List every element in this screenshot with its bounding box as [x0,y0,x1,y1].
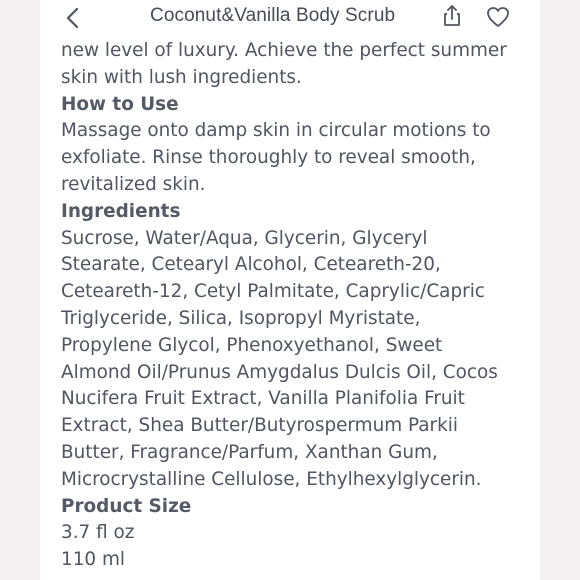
ingredients-line: Ceteareth-12, Cetyl Palmitate, Caprylic/… [61,281,485,303]
product-size-oz: 3.7 fl oz [61,522,135,544]
description-line: skin with lush ingredients. [61,66,302,88]
ingredients-line: Triglyceride, Silica, Isopropyl Myristat… [61,307,421,329]
how-to-use-heading: How to Use [61,93,179,115]
product-description: new level of luxury. Achieve the perfect… [61,38,531,574]
ingredients-heading: Ingredients [61,200,181,222]
ingredients-line: Microcrystalline Cellulose, Ethylhexylgl… [61,468,482,490]
left-margin [0,0,40,580]
ingredients-line: Almond Oil/Prunus Amygdalus Dulcis Oil, … [61,361,498,383]
how-to-use-line: Massage onto damp skin in circular motio… [61,120,491,142]
description-line: new level of luxury. Achieve the perfect… [61,40,507,61]
heart-icon[interactable] [485,4,511,30]
screenshot-frame: Coconut&Vanilla Body Scrub new level of … [0,0,580,580]
ingredients-line: Butter, Fragrance/Parfum, Xanthan Gum, [61,441,438,463]
app-screen: Coconut&Vanilla Body Scrub new level of … [40,0,540,580]
share-icon[interactable] [439,3,465,29]
product-size-ml: 110 ml [61,549,125,571]
ingredients-line: Nucifera Fruit Extract, Vanilla Planifol… [61,388,465,410]
how-to-use-line: exfoliate. Rinse thoroughly to reveal sm… [61,147,476,169]
top-nav-bar: Coconut&Vanilla Body Scrub [40,0,540,38]
ingredients-line: Stearate, Cetearyl Alcohol, Ceteareth-20… [61,254,441,276]
ingredients-line: Extract, Shea Butter/Butyrospermum Parki… [61,415,458,437]
ingredients-line: Sucrose, Water/Aqua, Glycerin, Glyceryl [61,227,428,249]
right-margin [540,0,580,580]
page-title: Coconut&Vanilla Body Scrub [150,5,396,26]
how-to-use-line: revitalized skin. [61,173,206,195]
chevron-left-icon[interactable] [62,6,86,30]
ingredients-line: Propylene Glycol, Phenoxyethanol, Sweet [61,334,443,356]
product-size-heading: Product Size [61,495,192,517]
